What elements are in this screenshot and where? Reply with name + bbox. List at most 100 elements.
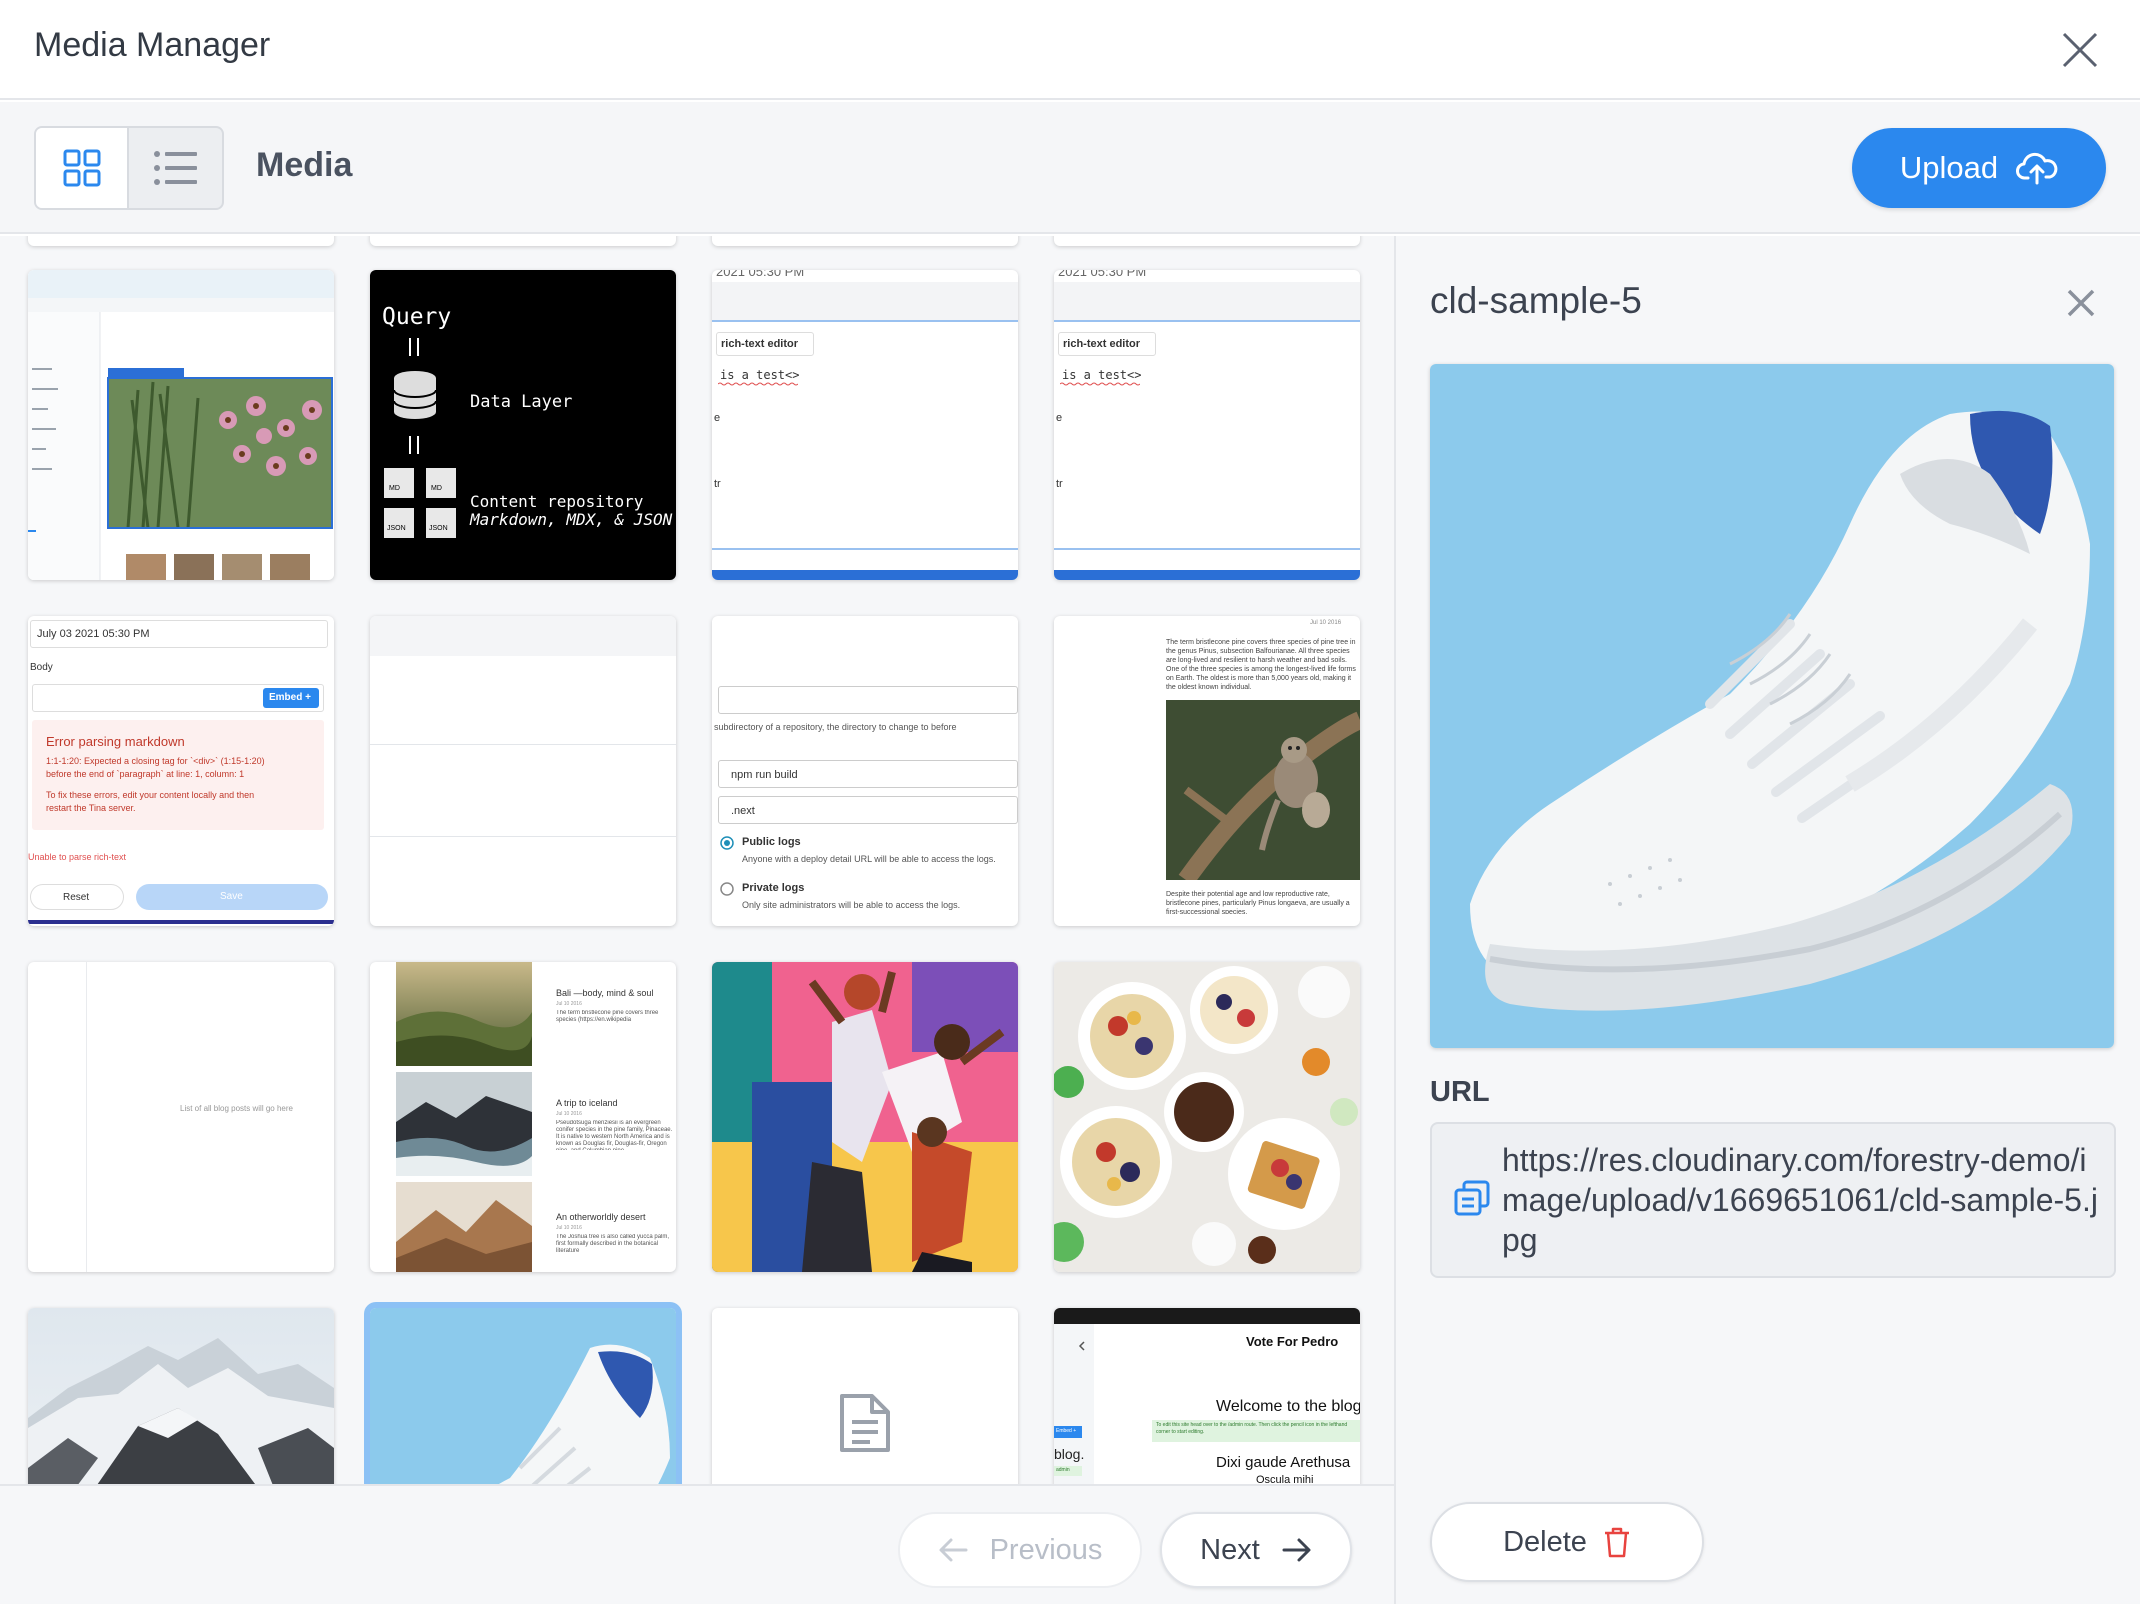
- thumbnail-line: [86, 962, 87, 1272]
- thumbnail-text: Data Layer: [470, 392, 573, 412]
- thumbnail-text: Jul 10 2016: [556, 1225, 582, 1231]
- radio-icon: [720, 882, 734, 896]
- chevron-left-icon: [1078, 1341, 1085, 1351]
- thumbnail-band: [28, 920, 334, 924]
- mountain-photo: [28, 1308, 334, 1484]
- thumbnail-line: [370, 836, 676, 837]
- thumbnail-text: Query: [382, 304, 452, 330]
- media-tile[interactable]: July 03 2021 05:30 PM Body Embed + Error…: [28, 616, 334, 926]
- media-tile[interactable]: [370, 236, 676, 246]
- close-icon[interactable]: [2058, 28, 2102, 72]
- thumbnail-text: blog.: [1054, 1446, 1085, 1462]
- media-tile-selected[interactable]: [364, 1302, 682, 1484]
- thumbnail-text: rich-text editor: [1063, 338, 1141, 350]
- thumbnail-text: 1:1-1:20: Expected a closing tag for `<d…: [46, 756, 265, 766]
- thumbnail-text: Jul 10 2016: [1310, 620, 1342, 626]
- thumbnail-text: Anyone with a deploy detail URL will be …: [742, 854, 996, 864]
- media-tile[interactable]: Jul 10 2016 The term bristlecone pine co…: [1054, 616, 1360, 926]
- file-type-label: MD: [389, 485, 400, 492]
- thumbnail-band: [712, 570, 1018, 580]
- rice-terrace-photo: [396, 962, 532, 1066]
- thumbnail-text: Unable to parse rich-text: [28, 852, 127, 862]
- media-tile[interactable]: [1054, 962, 1360, 1272]
- media-tile[interactable]: Query Data Layer MD MD JSON JSON Content…: [370, 270, 676, 580]
- thumbnail-text: Save: [220, 891, 243, 902]
- thumbnail-text: An otherworldly desert: [556, 1212, 646, 1222]
- media-tile[interactable]: [712, 962, 1018, 1272]
- file-type-label: JSON: [429, 525, 448, 532]
- thumbnail-text: Welcome to the blog.: [1216, 1398, 1360, 1415]
- thumbnail-button: Save: [136, 884, 328, 910]
- shoe-thumbnail: [370, 1308, 676, 1484]
- list-icon: [153, 151, 197, 185]
- media-tile[interactable]: subdirectory of a repository, the direct…: [712, 616, 1018, 926]
- thumbnail-text: Body: [30, 662, 53, 673]
- thumbnail-button: Reset: [30, 884, 124, 910]
- thumbnail-tag: rich-text editor: [716, 332, 814, 356]
- thumbnail-button: Embed +: [263, 688, 319, 708]
- media-tile[interactable]: [28, 1308, 334, 1484]
- thumbnail-text: Embed +: [269, 692, 311, 703]
- media-tile[interactable]: [370, 616, 676, 926]
- url-field[interactable]: https://res.cloudinary.com/forestry-demo…: [1430, 1122, 2116, 1278]
- media-preview: [1430, 364, 2114, 1048]
- view-toggle: [34, 126, 224, 210]
- trash-icon: [1604, 1527, 1629, 1558]
- thumbnail-text: Embed +: [1056, 1428, 1077, 1434]
- grid-view-button[interactable]: [36, 128, 129, 208]
- file-icon: MD: [426, 468, 456, 498]
- spell-underline-icon: [1060, 382, 1140, 386]
- media-tile[interactable]: [28, 236, 334, 246]
- thumbnail-text: tr: [714, 478, 721, 490]
- url-label: URL: [1430, 1076, 1490, 1108]
- thumbnail-band: [1054, 1308, 1360, 1324]
- thumbnail-text: restart the Tina server.: [46, 803, 136, 813]
- media-tile[interactable]: [28, 270, 334, 580]
- media-tile[interactable]: 2021 05:30 PM rich-text editor is a test…: [712, 270, 1018, 580]
- thumbnail-field: July 03 2021 05:30 PM: [30, 620, 328, 648]
- copy-icon[interactable]: [1452, 1178, 1492, 1218]
- list-view-button[interactable]: [129, 128, 222, 208]
- thumbnail-text: is a test<>: [720, 368, 800, 382]
- thumbnail-line: [370, 744, 676, 745]
- media-tile[interactable]: 2021 05:30 PM rich-text editor is a test…: [1054, 270, 1360, 580]
- thumbnail-field: [718, 686, 1018, 714]
- thumbnail-text: Private logs: [742, 882, 805, 894]
- pagination-bar: Previous Next: [0, 1484, 1394, 1604]
- breadcrumb[interactable]: Media: [256, 146, 352, 185]
- next-button[interactable]: Next: [1160, 1512, 1352, 1588]
- thumbnail-paragraph: The term bristlecone pine covers three s…: [1166, 639, 1356, 691]
- thumbnail-text: Reset: [63, 892, 90, 903]
- thumbnail-text: e: [1056, 412, 1063, 424]
- thumbnail-note: To edit this site head over to the /admi…: [1152, 1420, 1360, 1442]
- cloud-upload-icon: [2016, 152, 2058, 185]
- media-tile[interactable]: [712, 1308, 1018, 1484]
- thumbnail-band: [1054, 570, 1360, 580]
- media-tile[interactable]: List of all blog posts will go here: [28, 962, 334, 1272]
- delete-button[interactable]: Delete: [1430, 1502, 1704, 1582]
- upload-button[interactable]: Upload: [1852, 128, 2106, 208]
- thumbnail-text: Error parsing markdown: [46, 734, 185, 749]
- monkey-photo: [1166, 700, 1360, 880]
- thumbnail-text: List of all blog posts will go here: [180, 1104, 293, 1113]
- thumbnail-toolbar: Embed +: [32, 684, 324, 712]
- cms-screenshot-thumbnail: [28, 270, 334, 580]
- thumbnail-band: [370, 616, 676, 656]
- media-tile[interactable]: Bali —body, mind & soul Jul 10 2016 The …: [370, 962, 676, 1272]
- thumbnail-text: e: [714, 412, 721, 424]
- thumbnail-text: To fix these errors, edit your content l…: [46, 790, 255, 800]
- thumbnail-field: npm run build: [718, 760, 1018, 788]
- thumbnail-text: A trip to iceland: [556, 1098, 618, 1108]
- modal-title: Media Manager: [34, 26, 271, 64]
- media-tile[interactable]: [712, 236, 1018, 246]
- thumbnail-text: admin: [1056, 1467, 1070, 1473]
- close-icon[interactable]: [2064, 286, 2098, 320]
- previous-button[interactable]: Previous: [898, 1512, 1142, 1588]
- thumbnail-text: .next: [731, 805, 755, 817]
- thumbnail-text: tr: [1056, 478, 1063, 490]
- thumbnail-text: rich-text editor: [721, 338, 799, 350]
- media-tile[interactable]: [1054, 236, 1360, 246]
- media-tile[interactable]: Vote For Pedro Welcome to the blog. To e…: [1054, 1308, 1360, 1484]
- thumbnail-text: before the end of `paragraph` at line: 1…: [46, 769, 245, 779]
- thumbnail-paragraph: Pseudotsuga menziesii is an evergreen co…: [556, 1120, 673, 1150]
